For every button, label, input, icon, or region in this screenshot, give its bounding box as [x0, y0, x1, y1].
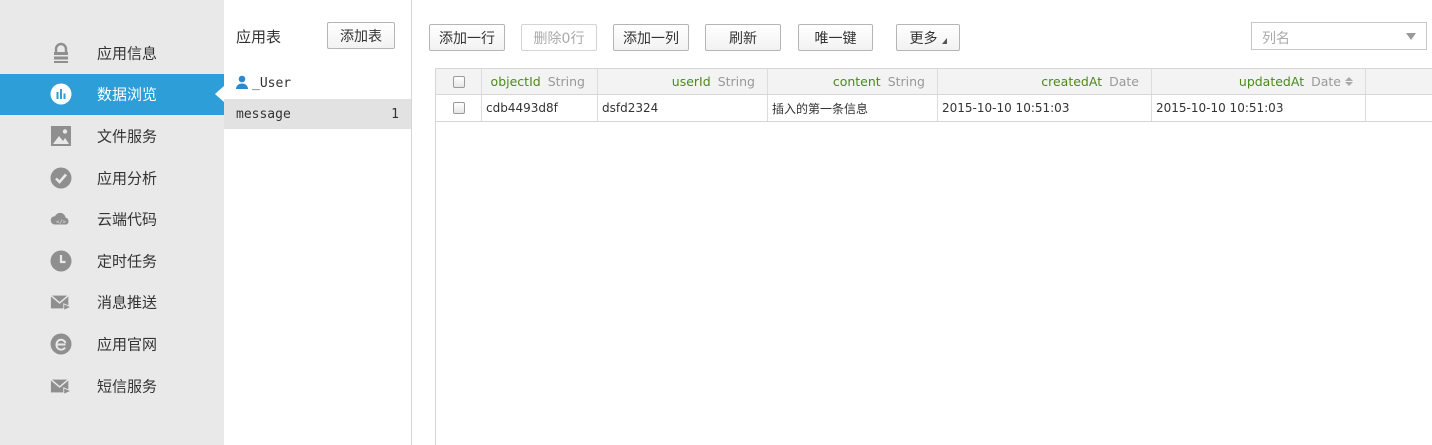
- sidebar-item-app-website[interactable]: 应用官网: [0, 323, 224, 365]
- delete-rows-button[interactable]: 删除0行: [521, 24, 597, 51]
- add-column-button[interactable]: 添加一列: [613, 24, 689, 51]
- column-name: updatedAt: [1238, 74, 1305, 89]
- checkmark-icon: [50, 167, 72, 189]
- column-name: content: [832, 74, 881, 89]
- sidebar-item-label: 数据浏览: [97, 85, 158, 104]
- sidebar-item-app-analytics[interactable]: 应用分析: [0, 157, 224, 199]
- sidebar-item-push-notifications[interactable]: 消息推送: [0, 282, 224, 324]
- table-item-message[interactable]: message 1: [224, 99, 411, 129]
- mail-send-icon: [50, 291, 72, 313]
- column-name: createdAt: [1041, 74, 1103, 89]
- grid-header-row: objectId String userId String content St…: [436, 68, 1432, 95]
- sidebar: 应用信息 数据浏览 文件服务 应用分析 </> 云端代码 定时任务 消息推送 应…: [0, 0, 224, 445]
- chevron-down-icon: [1406, 33, 1416, 40]
- user-icon: [235, 75, 249, 89]
- table-row-count: 1: [391, 106, 399, 122]
- sidebar-item-sms-service[interactable]: 短信服务: [0, 365, 224, 407]
- refresh-button[interactable]: 刷新: [705, 24, 781, 51]
- cell-userid[interactable]: dsfd2324: [598, 95, 768, 121]
- image-icon: [50, 125, 72, 147]
- cloud-icon: </>: [50, 208, 72, 230]
- sidebar-item-app-info[interactable]: 应用信息: [0, 32, 224, 74]
- column-type: String: [717, 74, 755, 89]
- sidebar-item-cloud-code[interactable]: </> 云端代码: [0, 198, 224, 240]
- table-name: message: [236, 106, 291, 122]
- table-name: _User: [252, 75, 292, 91]
- sort-icon[interactable]: [1345, 77, 1353, 86]
- column-type: Date: [1311, 74, 1341, 89]
- cell-createdat[interactable]: 2015-10-10 10:51:03: [938, 95, 1152, 121]
- column-type: String: [547, 74, 585, 89]
- column-select-placeholder: 列名: [1262, 31, 1290, 47]
- column-type: Date: [1109, 74, 1139, 89]
- sidebar-item-label: 云端代码: [97, 210, 158, 229]
- sidebar-item-data-browser[interactable]: 数据浏览: [0, 73, 224, 116]
- clock-icon: [50, 250, 72, 272]
- sms-icon: [50, 375, 72, 397]
- add-row-button[interactable]: 添加一行: [429, 24, 505, 51]
- ie-browser-icon: [50, 333, 72, 355]
- column-header-userid[interactable]: userId String: [598, 69, 768, 94]
- select-all-checkbox[interactable]: [452, 75, 465, 88]
- column-type: String: [887, 74, 925, 89]
- cell-content[interactable]: 插入的第一条信息: [768, 95, 938, 121]
- row-checkbox[interactable]: [452, 102, 465, 114]
- sidebar-item-label: 文件服务: [97, 127, 158, 146]
- table-row[interactable]: cdb4493d8f dsfd2324 插入的第一条信息 2015-10-10 …: [436, 95, 1432, 122]
- more-menu-button[interactable]: 更多: [896, 24, 960, 51]
- sidebar-item-label: 短信服务: [97, 377, 158, 396]
- column-name: userId: [671, 74, 711, 89]
- tables-panel: 应用表 添加表 _User message 1: [224, 0, 412, 445]
- sidebar-item-file-service[interactable]: 文件服务: [0, 115, 224, 157]
- column-name: objectId: [490, 74, 541, 89]
- table-item-user[interactable]: _User: [224, 68, 411, 98]
- more-label: 更多: [909, 30, 938, 47]
- column-name-select[interactable]: 列名: [1251, 22, 1427, 50]
- select-all-cell: [436, 69, 482, 94]
- sidebar-item-label: 应用信息: [97, 44, 158, 63]
- app-root: 应用信息 数据浏览 文件服务 应用分析 </> 云端代码 定时任务 消息推送 应…: [0, 0, 1432, 445]
- tables-panel-title: 应用表: [236, 28, 282, 46]
- svg-text:</>: </>: [56, 220, 67, 226]
- bar-chart-icon: [50, 83, 72, 105]
- column-header-updatedat[interactable]: updatedAt Date: [1152, 69, 1366, 94]
- cell-objectid[interactable]: cdb4493d8f: [482, 95, 598, 121]
- sidebar-item-scheduled-tasks[interactable]: 定时任务: [0, 240, 224, 282]
- column-header-objectid[interactable]: objectId String: [482, 69, 598, 94]
- column-header-createdat[interactable]: createdAt Date: [938, 69, 1152, 94]
- unique-key-button[interactable]: 唯一键: [798, 24, 873, 51]
- sidebar-item-label: 定时任务: [97, 252, 158, 271]
- sidebar-item-label: 应用分析: [97, 169, 158, 188]
- data-grid: objectId String userId String content St…: [435, 68, 1432, 445]
- cell-updatedat[interactable]: 2015-10-10 10:51:03: [1152, 95, 1366, 121]
- dropdown-triangle-icon: [941, 37, 947, 44]
- sidebar-item-label: 消息推送: [97, 293, 158, 312]
- add-table-button[interactable]: 添加表: [327, 22, 395, 49]
- sidebar-nav: 应用信息 数据浏览 文件服务 应用分析 </> 云端代码 定时任务 消息推送 应…: [0, 32, 224, 406]
- lock-icon: [50, 42, 72, 64]
- column-header-content[interactable]: content String: [768, 69, 938, 94]
- sidebar-item-label: 应用官网: [97, 335, 158, 354]
- row-select-cell: [436, 95, 482, 121]
